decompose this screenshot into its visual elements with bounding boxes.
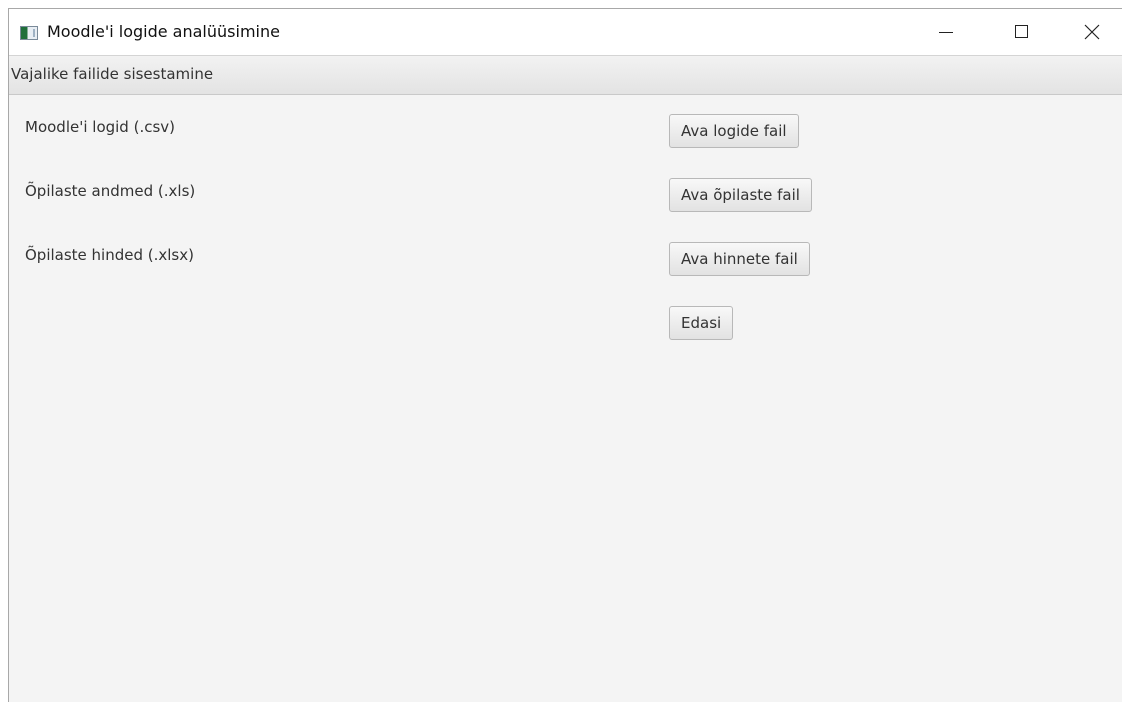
title-bar[interactable]: Moodle'i logide analüüsimine: [9, 9, 1122, 55]
app-window: Moodle'i logide analüüsimine Vajalike fa…: [8, 8, 1122, 702]
window-title: Moodle'i logide analüüsimine: [47, 22, 280, 41]
minimize-button[interactable]: [923, 9, 969, 55]
open-students-file-button[interactable]: Ava õpilaste fail: [669, 178, 812, 212]
label-moodle-logs: Moodle'i logid (.csv): [25, 118, 176, 136]
close-button[interactable]: [1069, 9, 1115, 55]
label-student-data: Õpilaste andmed (.xls): [25, 182, 196, 200]
close-icon: [1084, 24, 1100, 40]
label-student-grades: Õpilaste hinded (.xlsx): [25, 246, 194, 264]
main-content: Moodle'i logid (.csv) Ava logide fail Õp…: [9, 95, 1122, 702]
open-grades-file-button[interactable]: Ava hinnete fail: [669, 242, 810, 276]
open-logs-file-button[interactable]: Ava logide fail: [669, 114, 799, 148]
app-window-icon: [20, 26, 38, 40]
next-button[interactable]: Edasi: [669, 306, 734, 340]
menu-item-vajalike-failide-sisestamine[interactable]: Vajalike failide sisestamine: [11, 65, 213, 83]
menu-bar: Vajalike failide sisestamine: [9, 55, 1122, 95]
maximize-button[interactable]: [999, 9, 1045, 55]
